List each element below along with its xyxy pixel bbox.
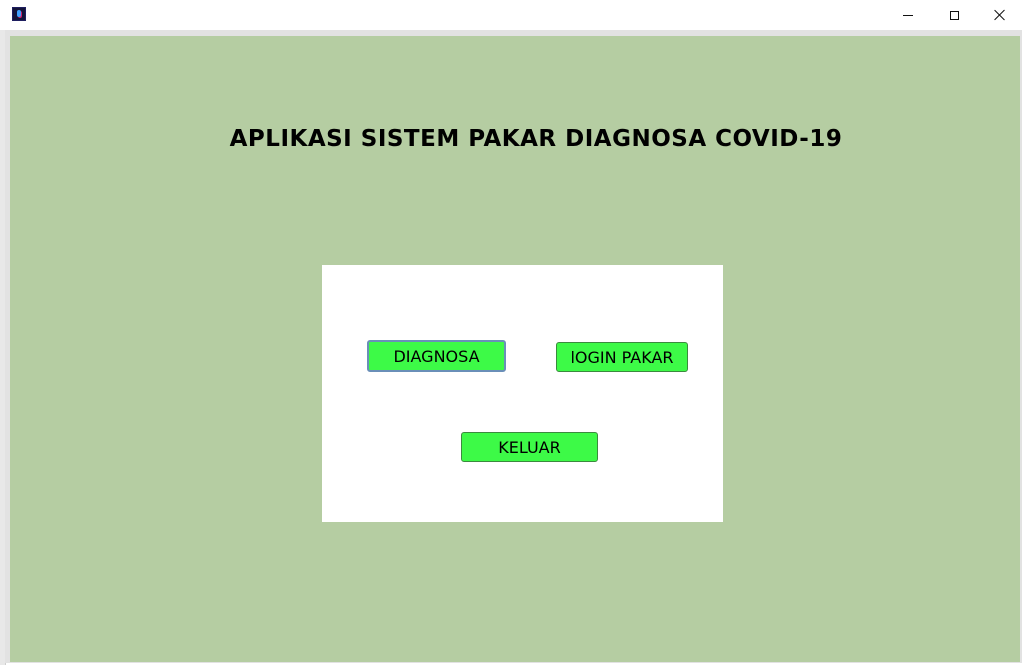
page-title: APLIKASI SISTEM PAKAR DIAGNOSA COVID-19	[229, 126, 843, 152]
close-button[interactable]	[977, 0, 1023, 30]
maximize-icon	[949, 10, 959, 20]
diagnosa-button[interactable]: DIAGNOSA	[367, 340, 506, 372]
application-window: APLIKASI SISTEM PAKAR DIAGNOSA COVID-19 …	[0, 0, 1024, 665]
main-content: APLIKASI SISTEM PAKAR DIAGNOSA COVID-19 …	[10, 36, 1020, 662]
maximize-button[interactable]	[931, 0, 977, 30]
login-pakar-button[interactable]: lOGIN PAKAR	[556, 342, 688, 372]
java-app-icon[interactable]	[12, 7, 26, 21]
title-bar[interactable]	[5, 0, 1024, 30]
minimize-icon	[903, 14, 913, 16]
close-icon	[994, 9, 1006, 21]
minimize-button[interactable]	[885, 0, 931, 30]
keluar-button[interactable]: KELUAR	[461, 432, 598, 462]
menu-panel: DIAGNOSA lOGIN PAKAR KELUAR	[322, 265, 723, 522]
